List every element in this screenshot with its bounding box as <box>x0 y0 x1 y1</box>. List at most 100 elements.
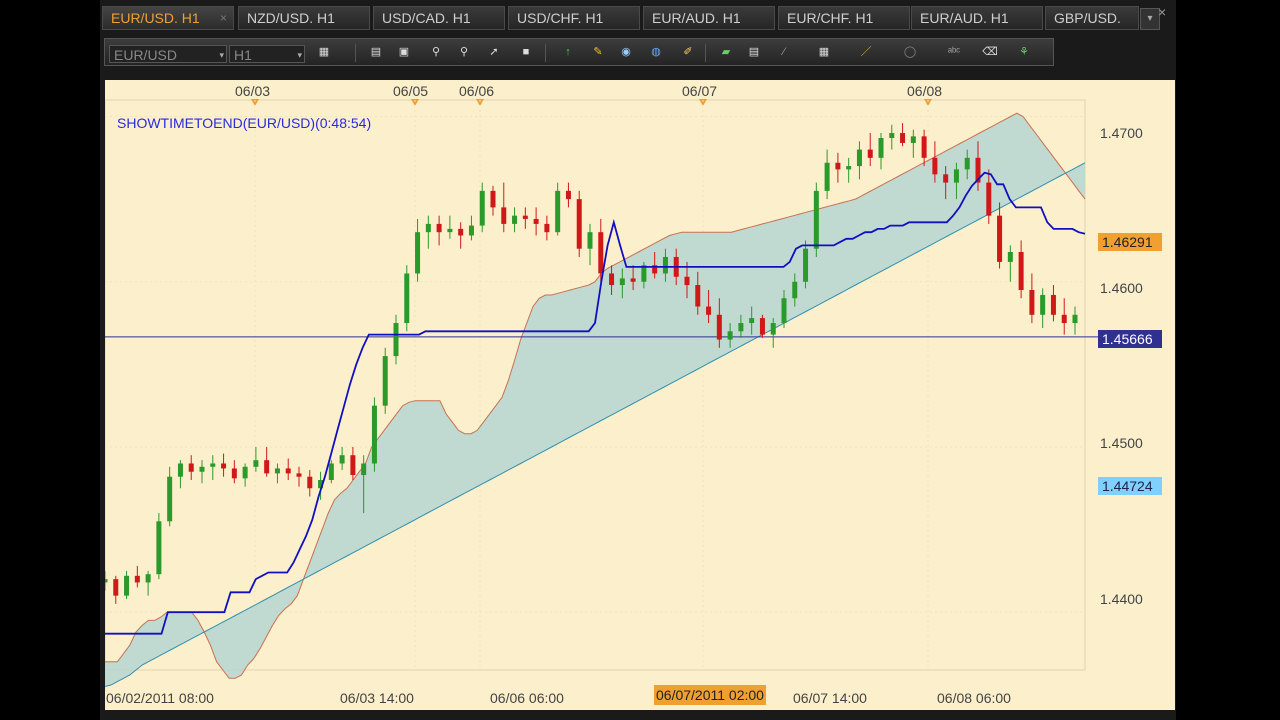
horizontal-line-price-label: 1.45666 <box>1098 330 1162 348</box>
globe-icon[interactable]: ◍ <box>647 44 665 60</box>
tab-label: EUR/USD. H1 <box>111 10 200 26</box>
candle-body <box>188 463 194 472</box>
zoom-out-icon[interactable]: ⚲ <box>455 44 473 60</box>
candle-body <box>921 136 927 158</box>
candle-body <box>609 273 615 286</box>
timeframe-select[interactable]: H1 ▾ <box>229 45 305 63</box>
candle-body <box>932 157 938 175</box>
tab-close-icon[interactable]: × <box>220 7 227 29</box>
candle-body <box>770 323 776 335</box>
eye-icon[interactable]: ◉ <box>617 44 635 60</box>
chevron-down-icon: ▾ <box>297 50 302 60</box>
tab-euraud-h1[interactable]: EUR/AUD. H1 <box>643 6 775 30</box>
candle-body <box>846 166 852 170</box>
note-icon[interactable]: ✎ <box>589 44 607 60</box>
tab-eurchf-h1[interactable]: EUR/CHF. H1 <box>778 6 910 30</box>
candle-body <box>587 232 593 249</box>
tab-scroll-chevron-down-icon[interactable]: ▾ <box>1140 8 1160 30</box>
candle-body <box>199 466 205 472</box>
candle-body <box>997 215 1003 262</box>
tab-euraud-h1-2[interactable]: EUR/AUD. H1 <box>911 6 1043 30</box>
candle-body <box>867 149 873 158</box>
calculator-icon[interactable]: ▦ <box>815 44 833 60</box>
candle-body <box>900 133 906 143</box>
candle-body <box>953 169 959 183</box>
chart-panel[interactable]: SHOWTIMETOEND(EUR/USD)(0:48:54) 06/03 06… <box>105 80 1175 710</box>
candle-body <box>1072 314 1078 324</box>
ruler-icon[interactable]: ✐ <box>679 44 697 60</box>
candle-body <box>296 473 302 477</box>
candle-body <box>835 162 841 170</box>
pen-icon[interactable]: ／ <box>857 44 875 60</box>
candle-body <box>565 190 571 200</box>
candle-body <box>964 157 970 170</box>
candle-body <box>285 468 291 474</box>
cursor-icon[interactable]: ➚ <box>485 44 503 60</box>
app-window: EUR/USD. H1 × NZD/USD. H1 USD/CAD. H1 US… <box>100 0 1176 720</box>
candle-body <box>167 476 173 522</box>
candle-body <box>522 215 528 219</box>
symbol-value: EUR/USD <box>114 47 178 63</box>
chart-canvas[interactable] <box>105 80 1175 710</box>
candle-body <box>533 218 539 224</box>
template-icon[interactable]: ▣ <box>395 44 413 60</box>
candle-body <box>1050 294 1056 315</box>
cloud-price-label: 1.44724 <box>1098 477 1162 495</box>
chart-type-icon[interactable]: ▦ <box>315 44 333 60</box>
date-label: 06/03 <box>235 83 271 99</box>
candle-body <box>878 138 884 158</box>
candle-body <box>425 223 431 233</box>
ichimoku-cloud <box>105 113 1085 687</box>
tab-usdcad-h1[interactable]: USD/CAD. H1 <box>373 6 505 30</box>
tree-icon[interactable]: ⚘ <box>1015 44 1033 60</box>
candle-body <box>1061 314 1067 324</box>
candle-body <box>105 579 108 583</box>
date-label: 06/08 <box>907 83 943 99</box>
candle-body <box>177 463 183 477</box>
candle-body <box>630 278 636 282</box>
tab-usdchf-h1[interactable]: USD/CHF. H1 <box>508 6 640 30</box>
timeframe-value: H1 <box>234 47 252 63</box>
candle-body <box>145 574 151 583</box>
time-label: 06/08 06:00 <box>937 690 1011 706</box>
tab-nzdusd-h1[interactable]: NZD/USD. H1 <box>238 6 370 30</box>
candle-body <box>759 318 765 335</box>
zoom-in-icon[interactable]: ⚲ <box>427 44 445 60</box>
candle-body <box>555 190 561 233</box>
tab-label: USD/CAD. H1 <box>382 10 471 26</box>
eraser-icon[interactable]: ⌫ <box>981 44 999 60</box>
indicator-label: SHOWTIMETOEND(EUR/USD)(0:48:54) <box>117 115 372 131</box>
text-icon[interactable]: ᵃᵇᶜ <box>945 44 963 60</box>
tab-label: NZD/USD. H1 <box>247 10 335 26</box>
chevron-down-icon: ▾ <box>219 50 224 60</box>
candle-body <box>124 575 130 596</box>
candle-body <box>716 314 722 340</box>
data-window-icon[interactable]: ▤ <box>367 44 385 60</box>
candle-body <box>706 306 712 315</box>
candle-body <box>1018 252 1024 290</box>
layers-icon[interactable]: ▤ <box>745 44 763 60</box>
candle-body <box>1007 252 1013 262</box>
window-close-icon[interactable]: × <box>1158 4 1166 20</box>
time-label: 06/03 14:00 <box>340 690 414 706</box>
ellipse-icon[interactable]: ◯ <box>901 44 919 60</box>
symbol-select[interactable]: EUR/USD ▾ <box>109 45 227 63</box>
tab-label: GBP/USD. <box>1054 10 1121 26</box>
crosshair-icon[interactable]: ■ <box>517 44 535 60</box>
price-tick: 1.4700 <box>1100 125 1143 141</box>
buy-arrow-icon[interactable]: ↑ <box>559 44 577 60</box>
tab-gbpusd[interactable]: GBP/USD. <box>1045 6 1139 30</box>
tab-eurusd-h1[interactable]: EUR/USD. H1 × <box>102 6 234 30</box>
candle-body <box>307 476 313 489</box>
candle-body <box>210 463 216 467</box>
candle-body <box>156 521 162 575</box>
candle-body <box>490 190 496 208</box>
candle-body <box>242 466 248 479</box>
time-label: 06/06 06:00 <box>490 690 564 706</box>
candle-body <box>910 136 916 143</box>
candle-body <box>824 162 830 191</box>
price-tick: 1.4400 <box>1100 591 1143 607</box>
candle-body <box>221 463 227 469</box>
indicator-icon[interactable]: ▰ <box>717 44 735 60</box>
trendline-icon[interactable]: ⁄ <box>775 44 793 60</box>
